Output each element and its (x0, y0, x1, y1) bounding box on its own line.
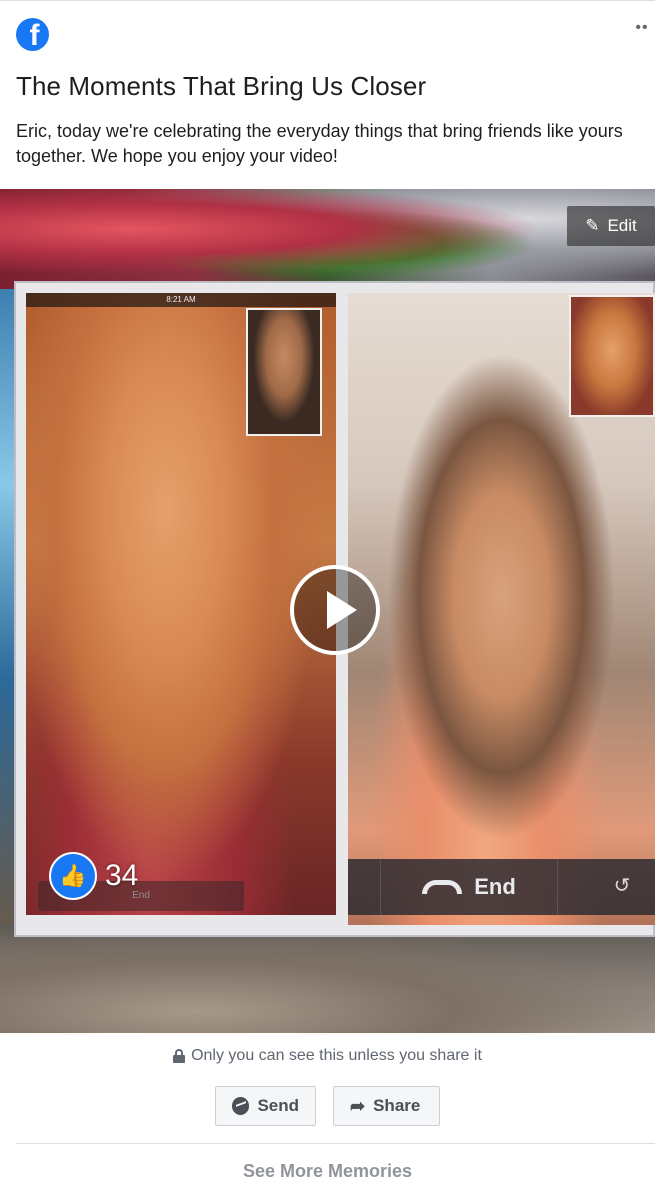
send-label: Send (257, 1096, 299, 1115)
messenger-icon (232, 1097, 250, 1115)
send-button[interactable]: Send (215, 1086, 316, 1126)
privacy-text: Only you can see this unless you share i… (191, 1047, 482, 1064)
privacy-notice: Only you can see this unless you share i… (0, 1047, 655, 1065)
video-player[interactable]: 8:21 AM End End ↺ ✎ Edit 👍 34 (0, 189, 655, 1033)
post-title: The Moments That Bring Us Closer (16, 71, 427, 101)
facetime-end-button: End (380, 859, 558, 915)
camera-flip-icon: ↺ (613, 875, 631, 897)
facebook-logo-letter: f (29, 19, 40, 51)
play-icon[interactable] (290, 565, 380, 655)
share-arrow-icon: ➦ (350, 1095, 366, 1116)
facetime-end-label: End (474, 874, 516, 899)
phone-status-bar: 8:21 AM (26, 293, 336, 307)
pencil-icon: ✎ (585, 216, 600, 235)
edit-video-button[interactable]: ✎ Edit (567, 206, 655, 246)
phone-hangup-icon (422, 880, 463, 894)
share-button[interactable]: ➦ Share (333, 1086, 440, 1126)
video-background-top (0, 189, 655, 289)
more-options-icon[interactable]: •• (631, 17, 653, 39)
picture-in-picture-right (569, 295, 655, 417)
action-buttons: Send ➦ Share (0, 1086, 655, 1126)
divider (16, 1143, 655, 1144)
facetime-end-bar: End ↺ (348, 859, 655, 915)
edit-video-label: Edit (607, 216, 637, 235)
video-background-bottom (0, 924, 655, 1033)
see-more-memories-link[interactable]: See More Memories (0, 1161, 655, 1182)
memory-card: f •• The Moments That Bring Us Closer Er… (0, 0, 655, 1200)
share-label: Share (373, 1096, 421, 1115)
like-count: 34 (105, 859, 139, 892)
lock-icon (173, 1049, 186, 1063)
reaction-summary[interactable]: 👍 34 (49, 852, 138, 900)
picture-in-picture-left (246, 308, 322, 436)
facebook-logo-icon[interactable]: f (16, 18, 49, 51)
post-message: Eric, today we're celebrating the everyd… (16, 121, 623, 166)
like-thumb-icon: 👍 (49, 852, 97, 900)
